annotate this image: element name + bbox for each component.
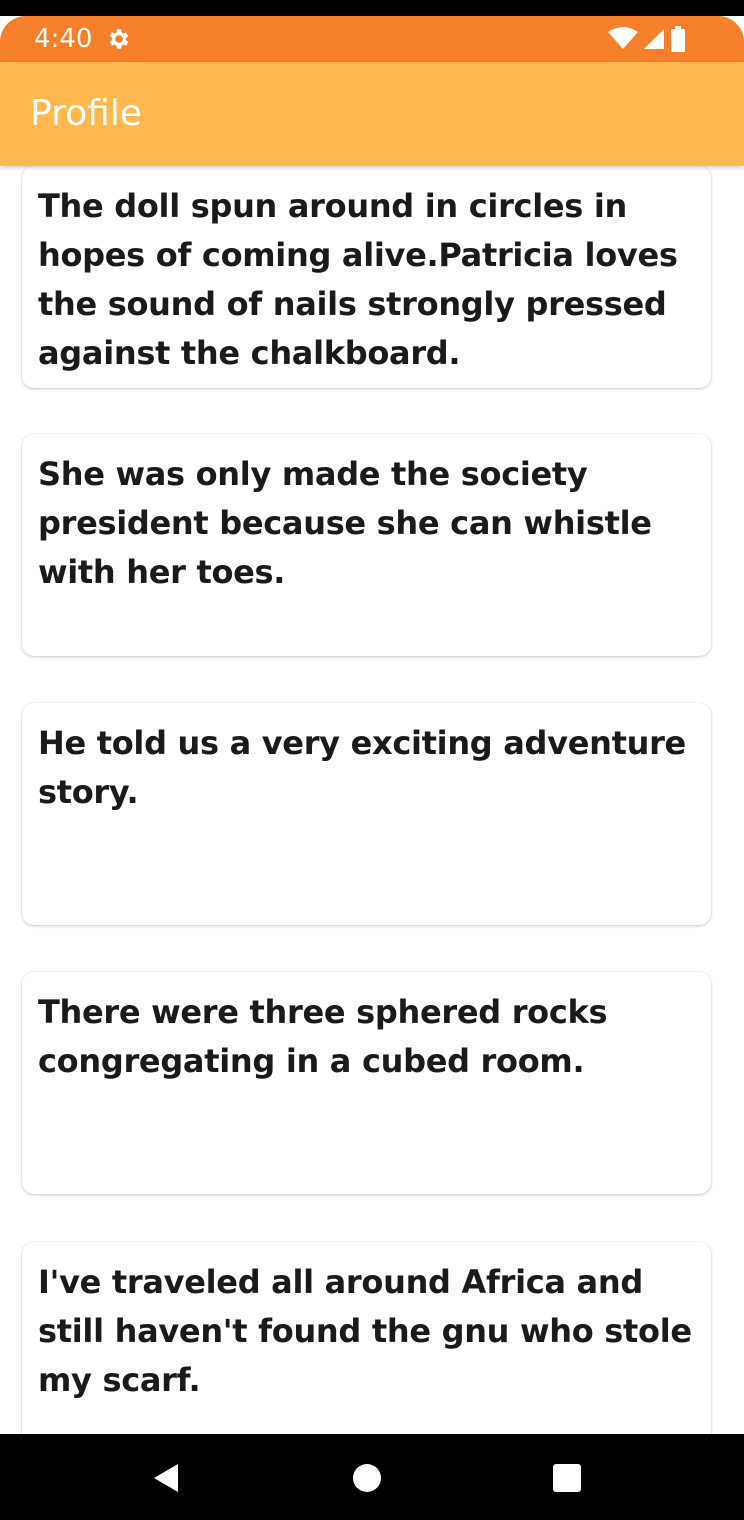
- card-text: There were three sphered rocks congregat…: [38, 993, 608, 1080]
- app-bar: Profile: [0, 62, 744, 166]
- home-icon[interactable]: [351, 1462, 383, 1494]
- card-list[interactable]: The doll spun around in circles in hopes…: [0, 166, 744, 1434]
- screen: 4:40 Profile The doll spun around in cir…: [0, 0, 744, 1520]
- status-icons: [608, 24, 686, 54]
- navigation-bar: [0, 1434, 744, 1520]
- list-item[interactable]: The doll spun around in circles in hopes…: [22, 166, 711, 388]
- status-time: 4:40: [34, 24, 93, 54]
- card-text: He told us a very exciting adventure sto…: [38, 724, 686, 811]
- status-bar: 4:40: [0, 16, 744, 62]
- battery-icon: [671, 26, 685, 52]
- list-item[interactable]: I've traveled all around Africa and stil…: [22, 1242, 711, 1434]
- page-title: Profile: [30, 93, 142, 134]
- back-icon[interactable]: [150, 1462, 182, 1494]
- list-item[interactable]: There were three sphered rocks congregat…: [22, 972, 711, 1194]
- card-text: I've traveled all around Africa and stil…: [38, 1263, 692, 1399]
- list-item[interactable]: He told us a very exciting adventure sto…: [22, 703, 711, 925]
- camera-cutout-area: [0, 0, 744, 16]
- list-item[interactable]: She was only made the society president …: [22, 434, 711, 656]
- settings-icon: [109, 29, 129, 49]
- recents-icon[interactable]: [551, 1462, 583, 1494]
- wifi-icon: [608, 27, 638, 49]
- card-text: The doll spun around in circles in hopes…: [38, 187, 678, 372]
- signal-icon: [644, 29, 664, 49]
- card-text: She was only made the society president …: [38, 455, 652, 591]
